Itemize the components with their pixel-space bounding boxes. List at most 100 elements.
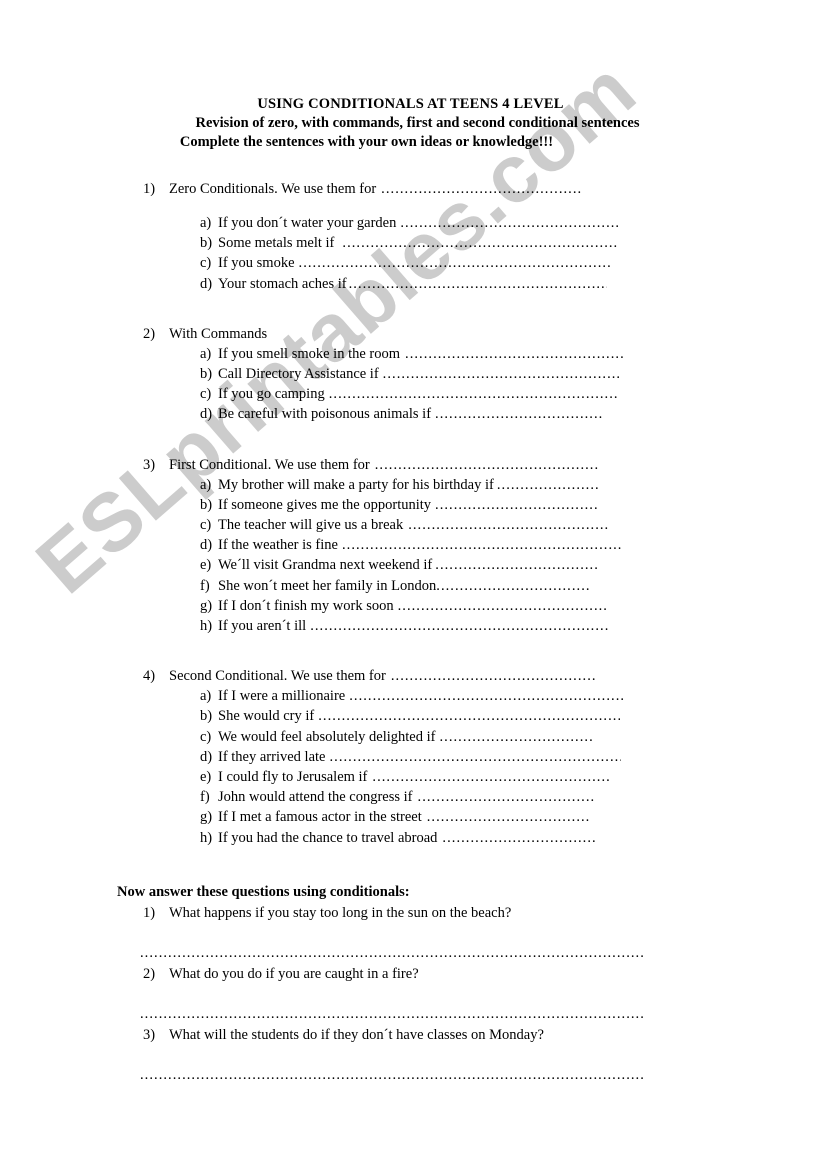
question-text: What will the students do if they don´t … bbox=[169, 1026, 544, 1043]
item-marker: e) bbox=[200, 769, 212, 786]
fill-in-blank-dots[interactable]: ................................. bbox=[439, 727, 627, 747]
item-text: John would attend the congress if bbox=[218, 789, 413, 806]
document-header: USING CONDITIONALS AT TEENS 4 LEVEL Revi… bbox=[0, 0, 821, 152]
question-marker: 1) bbox=[143, 904, 156, 921]
fill-in-blank-dots[interactable]: ................................... bbox=[427, 807, 624, 827]
section-items: a) If I were a millionaire .............… bbox=[0, 686, 821, 848]
section-items: a) My brother will make a party for his … bbox=[0, 475, 821, 637]
section-heading-text: Zero Conditionals. We use them for bbox=[169, 181, 377, 197]
fill-in-blank-dots[interactable]: ........................................… bbox=[299, 253, 612, 273]
fill-in-blank-dots[interactable]: ........................................… bbox=[375, 455, 628, 475]
item-text: If I were a millionaire bbox=[218, 688, 346, 705]
section-first-conditional: 3) First Conditional. We use them for ..… bbox=[0, 455, 821, 637]
fill-in-blank-dots[interactable]: ........................................… bbox=[391, 666, 625, 686]
fill-in-blank-dots[interactable]: ................................... bbox=[435, 555, 625, 575]
item-marker: a) bbox=[200, 215, 212, 231]
item-text: Be careful with poisonous animals if bbox=[218, 406, 432, 423]
item-marker: d) bbox=[200, 406, 213, 423]
item-marker: c) bbox=[200, 255, 212, 272]
list-item: b) Call Directory Assistance if ........… bbox=[0, 364, 821, 384]
section-marker: 2) bbox=[143, 325, 156, 342]
fill-in-blank-dots[interactable]: ........................................… bbox=[383, 364, 636, 384]
fill-in-blank-dots[interactable]: ........................................… bbox=[349, 686, 631, 706]
document-content: USING CONDITIONALS AT TEENS 4 LEVEL Revi… bbox=[0, 0, 821, 1085]
fill-in-blank-dots[interactable]: ........................................… bbox=[318, 706, 620, 726]
fill-in-blank-dots[interactable]: ...................................... bbox=[418, 787, 619, 807]
item-marker: f) bbox=[200, 577, 210, 594]
section-marker: 4) bbox=[143, 668, 156, 685]
question-text: What do you do if you are caught in a fi… bbox=[169, 965, 419, 982]
item-text: Some metals melt if bbox=[218, 235, 335, 252]
list-item: c) We would feel absolutely delighted if… bbox=[0, 727, 821, 747]
item-marker: b) bbox=[200, 366, 213, 383]
fill-in-blank-dots[interactable]: ................................. bbox=[436, 576, 619, 596]
section-heading-row: 2) With Commands bbox=[0, 324, 821, 344]
fill-in-blank-dots[interactable]: .................................... bbox=[435, 404, 620, 424]
answer-line-dots[interactable]: ........................................… bbox=[117, 943, 645, 963]
list-item: c) If you go camping ...................… bbox=[0, 384, 821, 404]
fill-in-blank-dots[interactable]: ........................................… bbox=[329, 747, 621, 767]
item-text: If you smoke bbox=[218, 255, 295, 272]
list-item: g) If I don´t finish my work soon ......… bbox=[0, 596, 821, 616]
fill-in-blank-dots[interactable]: ........................................… bbox=[329, 384, 618, 404]
item-text: If you don´t water your garden bbox=[218, 215, 397, 231]
item-text: If you go camping bbox=[218, 386, 325, 403]
fill-in-blank-dots[interactable]: ........................................… bbox=[310, 616, 610, 636]
fill-in-blank-dots[interactable]: ................................... bbox=[435, 495, 622, 515]
item-text: She won´t meet her family in London bbox=[218, 577, 437, 594]
page-instruction: Complete the sentences with your own ide… bbox=[179, 134, 554, 150]
item-marker: a) bbox=[200, 345, 212, 362]
item-marker: c) bbox=[200, 728, 212, 745]
fill-in-blank-dots[interactable]: ........................................… bbox=[400, 213, 620, 233]
worksheet-page: ESLprintables.com USING CONDITIONALS AT … bbox=[0, 0, 821, 1169]
question-marker: 3) bbox=[143, 1026, 156, 1043]
list-item: e) I could fly to Jerusalem if .........… bbox=[0, 767, 821, 787]
item-text: My brother will make a party for his bir… bbox=[218, 476, 494, 493]
fill-in-blank-dots[interactable]: ........................................… bbox=[342, 535, 630, 555]
section-heading-text: First Conditional. We use them for bbox=[169, 456, 370, 473]
answer-line-dots[interactable]: ........................................… bbox=[117, 1004, 645, 1024]
list-item: a) My brother will make a party for his … bbox=[0, 475, 821, 495]
item-text: I could fly to Jerusalem if bbox=[218, 769, 368, 786]
item-marker: g) bbox=[200, 597, 213, 614]
list-item: c) The teacher will give us a break ....… bbox=[0, 515, 821, 535]
fill-in-blank-dots[interactable]: ........................................… bbox=[408, 515, 627, 535]
fill-in-blank-dots[interactable]: ........................................… bbox=[342, 233, 618, 253]
answer-line-dots[interactable]: ........................................… bbox=[117, 1065, 645, 1085]
item-text: We would feel absolutely delighted if bbox=[218, 728, 436, 745]
item-marker: h) bbox=[200, 618, 213, 635]
fill-in-blank-dots[interactable]: ................................. bbox=[442, 828, 622, 848]
item-text: If I met a famous actor in the street bbox=[218, 809, 422, 826]
item-marker: c) bbox=[200, 386, 212, 403]
section-heading-row: 4) Second Conditional. We use them for .… bbox=[0, 666, 821, 686]
fill-in-blank-dots[interactable]: ........................................… bbox=[381, 179, 618, 199]
item-marker: b) bbox=[200, 496, 213, 513]
item-marker: d) bbox=[200, 537, 213, 554]
section-heading-text: Second Conditional. We use them for bbox=[169, 668, 386, 685]
item-marker: d) bbox=[200, 748, 213, 765]
item-marker: a) bbox=[200, 476, 212, 493]
section-heading-row: 1) Zero Conditionals. We use them for ..… bbox=[0, 179, 821, 199]
section-second-conditional: 4) Second Conditional. We use them for .… bbox=[0, 666, 821, 848]
fill-in-blank-dots[interactable]: ........................................… bbox=[372, 767, 616, 787]
list-item: h) If you had the chance to travel abroa… bbox=[0, 828, 821, 848]
section-marker: 3) bbox=[143, 456, 156, 473]
item-text: Call Directory Assistance if bbox=[218, 366, 379, 383]
item-text: She would cry if bbox=[218, 708, 315, 725]
fill-in-blank-dots[interactable]: ........................................… bbox=[398, 596, 633, 616]
fill-in-blank-dots[interactable]: ........................................… bbox=[405, 344, 627, 364]
item-marker: g) bbox=[200, 809, 213, 826]
list-item: a) If you don´t water your garden ......… bbox=[0, 213, 821, 233]
list-item: f) She won´t meet her family in London .… bbox=[0, 576, 821, 596]
list-item: b) Some metals melt if .................… bbox=[0, 233, 821, 253]
list-item: b) She would cry if ....................… bbox=[0, 706, 821, 726]
item-marker: b) bbox=[200, 235, 213, 252]
fill-in-blank-dots[interactable]: ...................... bbox=[497, 475, 632, 495]
list-item: 3) What will the students do if they don… bbox=[117, 1025, 821, 1045]
list-item: b) If someone gives me the opportunity .… bbox=[0, 495, 821, 515]
item-text: The teacher will give us a break bbox=[218, 517, 404, 534]
list-item: e) We´ll visit Grandma next weekend if .… bbox=[0, 555, 821, 575]
item-marker: b) bbox=[200, 708, 213, 725]
item-text: If you smell smoke in the room bbox=[218, 345, 401, 362]
fill-in-blank-dots[interactable]: ........................................… bbox=[349, 274, 607, 294]
